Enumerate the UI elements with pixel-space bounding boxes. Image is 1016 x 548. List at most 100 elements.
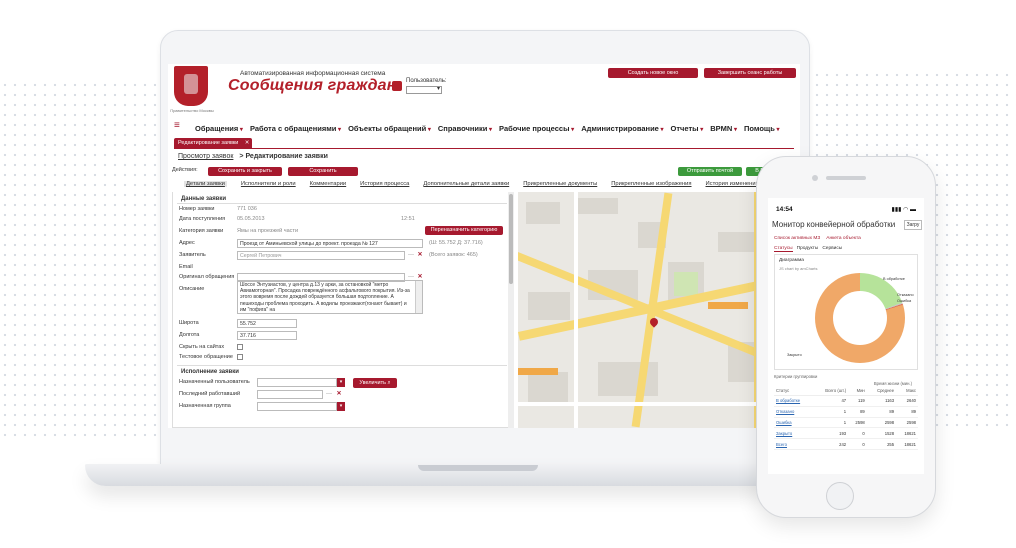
applicant-clear-icon[interactable]: ✕ [416, 251, 424, 259]
tab-close-icon[interactable]: ✕ [245, 138, 250, 148]
col-status: Статус [774, 386, 814, 396]
number-value: 771 036 [237, 206, 257, 212]
hide-checkbox[interactable] [237, 344, 243, 350]
tab-divider [174, 148, 794, 149]
latitude-input[interactable]: 55.752 [237, 319, 297, 328]
received-label: Дата поступления [179, 216, 226, 222]
cell: 89 [896, 406, 918, 418]
menu-item-work[interactable]: Работа с обращениями [250, 124, 341, 133]
map-street [574, 192, 578, 428]
status-link[interactable]: Ошибка [774, 417, 814, 429]
latitude-label: Широта [179, 320, 199, 326]
description-label: Описание [179, 286, 205, 292]
end-session-button[interactable]: Завершить сеанс работы [704, 68, 796, 78]
description-textarea[interactable]: Шоссе Энтузиастов, у центра д.13 у арки,… [237, 280, 423, 314]
map-block [528, 292, 570, 320]
category-value: Ямы на проезжей части [237, 228, 299, 234]
table-group: Время жизни (мин.) [873, 381, 912, 386]
table-row: Закрыто 193 0 1528 18621 [774, 427, 918, 440]
user-select[interactable] [406, 85, 442, 94]
breadcrumb-current: > Редактирование заявки [239, 153, 328, 160]
assigned-user-label: Назначенный пользователь [179, 379, 250, 385]
zoom-button[interactable]: Увеличить ⌕ [353, 378, 397, 388]
assigned-user-select[interactable] [257, 378, 337, 387]
reassign-category-button[interactable]: Переназначить категорию [425, 226, 503, 235]
menu-item-admin[interactable]: Администрирование [581, 124, 663, 133]
tab-details[interactable]: Детали заявки [184, 181, 227, 187]
legend-in-progress: В обработке [883, 277, 905, 281]
menu-item-objects[interactable]: Объекты обращений [348, 124, 431, 133]
exec-divider [177, 365, 507, 366]
last-worker-input[interactable] [257, 390, 323, 399]
table-row: Всего 242 0 255 18621 [774, 438, 918, 450]
menu-icon[interactable] [174, 120, 188, 133]
address-input[interactable]: Проезд от Аминьевской улицы до проект. п… [237, 239, 423, 248]
form-scrollbar[interactable] [508, 192, 514, 428]
menu-item-reports[interactable]: Отчеты [671, 124, 704, 133]
original-label: Оригинал обращения [179, 274, 235, 280]
subtab-services[interactable]: Сервисы [822, 246, 842, 252]
status-time: 14:54 [776, 206, 793, 213]
monitor-title: Монитор конвейерной обработки [772, 220, 896, 229]
assigned-group-select[interactable] [257, 402, 337, 411]
col-avg: Среднее [866, 386, 897, 396]
status-link[interactable]: В обработке [774, 395, 814, 407]
send-mail-button[interactable]: Отправить почтой [678, 167, 742, 176]
tab-images[interactable]: Прикрепленные изображения [611, 181, 691, 187]
last-worker-more-icon[interactable]: ··· [325, 390, 333, 398]
cell: 119 [848, 395, 867, 407]
tab-documents[interactable]: Прикрепленные документы [523, 181, 597, 187]
applicant-more-icon[interactable]: ··· [407, 251, 415, 259]
applicant-note: (Всего заявок: 465) [429, 252, 478, 258]
tab-object-form[interactable]: Анкета объекта [826, 236, 861, 241]
section-divider [177, 203, 507, 204]
tab-history[interactable]: История процесса [360, 181, 409, 187]
phone-home-button[interactable] [826, 482, 854, 510]
subtab-statuses[interactable]: Статусы [774, 246, 793, 252]
number-label: Номер заявки [179, 206, 215, 212]
coords-note: (Ш: 55.752 Д: 37.716) [429, 240, 483, 246]
status-link[interactable]: Всего [774, 438, 814, 450]
subtab-products[interactable]: Продукты [797, 246, 819, 252]
applicant-input[interactable]: Сергей Петрович [237, 251, 405, 260]
address-label: Адрес [179, 240, 195, 246]
status-link[interactable]: Закрыто [774, 427, 814, 440]
save-close-button[interactable]: Сохранить и закрыть [208, 167, 282, 176]
menu-item-workflows[interactable]: Рабочие процессы [499, 124, 574, 133]
last-worker-clear-icon[interactable]: ✕ [335, 390, 343, 398]
assigned-user-dropdown-icon[interactable]: ▾ [337, 378, 345, 387]
menu-item-help[interactable]: Помощь [744, 124, 780, 133]
card-subtitle: JS chart by amCharts [779, 266, 818, 271]
longitude-label: Долгота [179, 332, 200, 338]
longitude-input[interactable]: 37.716 [237, 331, 297, 340]
cell: 1 [813, 406, 849, 418]
breadcrumb-link[interactable]: Просмотр заявок [178, 153, 233, 160]
cell: 1 [813, 417, 849, 429]
exec-title: Исполнение заявки [181, 369, 239, 375]
new-window-button[interactable]: Создать новое окно [608, 68, 698, 78]
cell: 89 [866, 406, 897, 418]
load-button[interactable]: Загру [904, 220, 922, 230]
status-link[interactable]: Отказано [774, 406, 814, 418]
menu-item-directories[interactable]: Справочники [438, 124, 492, 133]
menu-item-requests[interactable]: Обращения [195, 124, 243, 133]
cell: 193 [813, 427, 849, 440]
request-form: Данные заявки Номер заявки 771 036 Дата … [172, 192, 510, 428]
menu-item-bpmn[interactable]: BPMN [710, 124, 737, 133]
map-block [718, 232, 758, 252]
test-checkbox[interactable] [237, 354, 243, 360]
tab-active-list[interactable]: Список активных МЗ [774, 236, 820, 241]
cell: 2598 [896, 417, 918, 429]
save-button[interactable]: Сохранить [288, 167, 358, 176]
map-highway [708, 302, 748, 309]
tab-extra-details[interactable]: Дополнительные детали заявки [423, 181, 509, 187]
phone-tabs: Список активных МЗ Анкета объекта [774, 236, 861, 241]
tab-edit-request[interactable]: Редактирование заявки ✕ [174, 138, 253, 148]
tab-comments[interactable]: Комментарии [310, 181, 347, 187]
description-scrollbar[interactable] [415, 281, 422, 313]
assigned-group-dropdown-icon[interactable]: ▾ [337, 402, 345, 411]
app-header: Правительство Москвы Автоматизированная … [168, 64, 800, 118]
applicant-label: Заявитель [179, 252, 206, 258]
tab-executors[interactable]: Исполнители и роли [241, 181, 296, 187]
legend-refused: Отказано [897, 293, 914, 297]
